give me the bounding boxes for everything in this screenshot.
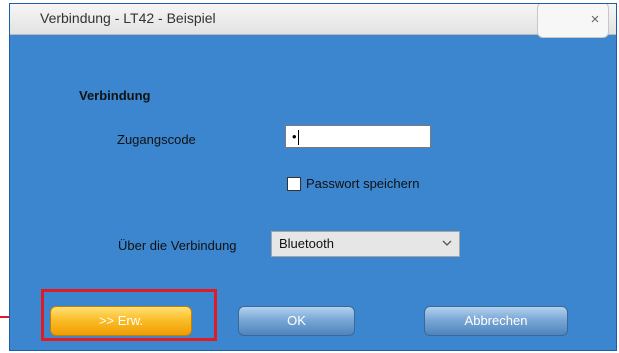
access-code-label: Zugangscode: [117, 132, 196, 147]
save-password-label[interactable]: Passwort speichern: [306, 176, 419, 191]
access-code-value: •: [292, 129, 297, 144]
connection-label: Über die Verbindung: [118, 238, 237, 253]
section-heading: Verbindung: [79, 88, 151, 103]
ok-button[interactable]: OK: [238, 306, 355, 336]
connection-selected-value: Bluetooth: [279, 236, 334, 251]
access-code-input[interactable]: •: [285, 125, 431, 148]
chevron-down-icon: [442, 240, 452, 246]
connection-select[interactable]: Bluetooth: [271, 231, 460, 257]
title-bar: Verbindung - LT42 - Beispiel ×: [10, 4, 616, 38]
close-icon: ×: [590, 11, 600, 28]
save-password-checkbox[interactable]: [287, 177, 301, 191]
cancel-button[interactable]: Abbrechen: [424, 306, 568, 336]
window-title: Verbindung - LT42 - Beispiel: [40, 10, 216, 26]
highlight-frame: [41, 289, 217, 341]
close-button[interactable]: ×: [582, 9, 608, 31]
text-cursor: [297, 130, 299, 146]
